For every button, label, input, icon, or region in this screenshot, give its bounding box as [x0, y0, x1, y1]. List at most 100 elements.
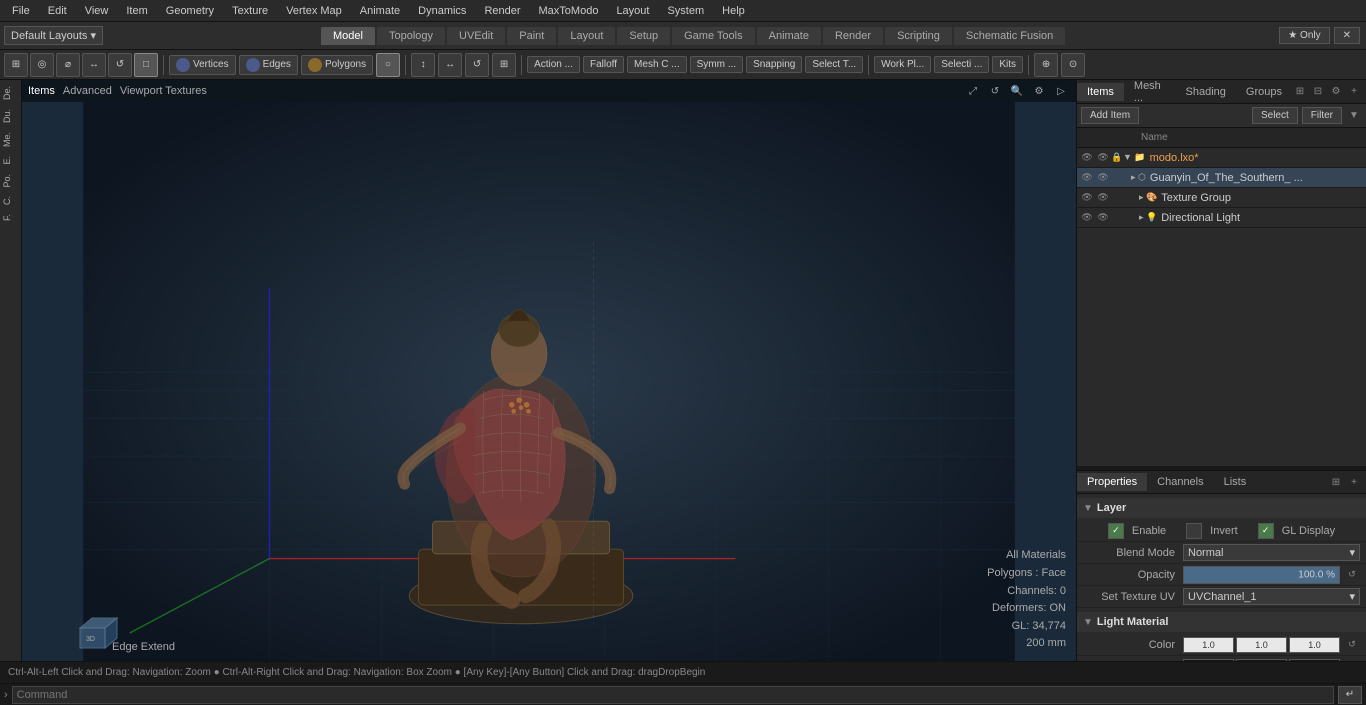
items-collapse-icon[interactable]: ⊞ [1292, 84, 1308, 100]
invert-checkbox[interactable] [1186, 523, 1202, 539]
tab-game-tools[interactable]: Game Tools [672, 27, 755, 45]
select-mode-btn[interactable]: ○ [376, 53, 400, 77]
texture-uv-dropdown[interactable]: UVChannel_1 ▾ [1183, 588, 1360, 605]
falloff-btn[interactable]: Falloff [583, 56, 624, 73]
item-row-3[interactable]: 👁 👁 ▸ 💡 Directional Light [1077, 208, 1366, 228]
color-reset[interactable]: ↺ [1344, 637, 1360, 653]
eye-2b[interactable]: 👁 [1095, 190, 1111, 206]
add-item-btn[interactable]: Add Item [1081, 107, 1139, 124]
eye-1b[interactable]: 👁 [1095, 170, 1111, 186]
nav-cube[interactable]: 3D [72, 613, 112, 653]
transform-2[interactable]: ↔ [438, 53, 462, 77]
vp-ctrl-5[interactable]: ▷ [1052, 82, 1070, 100]
blend-mode-dropdown[interactable]: Normal ▾ [1183, 544, 1360, 561]
eye-2[interactable]: 👁 [1079, 190, 1095, 206]
menu-item-maxtomodo[interactable]: MaxToModo [531, 3, 607, 19]
select-t-btn[interactable]: Select T... [805, 56, 863, 73]
eye-3b[interactable]: 👁 [1095, 210, 1111, 226]
items-toolbar-icon[interactable]: ▼ [1346, 108, 1362, 124]
sidebar-btn-f[interactable]: F. [2, 210, 20, 225]
icon-btn-2[interactable]: ◎ [30, 53, 54, 77]
work-pl-btn[interactable]: Work Pl... [874, 56, 931, 73]
icon-btn-6[interactable]: □ [134, 53, 158, 77]
prop-tab-channels[interactable]: Channels [1147, 473, 1213, 491]
selecti-btn[interactable]: Selecti ... [934, 56, 989, 73]
opacity-reset[interactable]: ↺ [1344, 567, 1360, 583]
mesh-btn[interactable]: Mesh C ... [627, 56, 687, 73]
toolbar-right-btn-0[interactable]: ★ Only [1279, 27, 1329, 44]
viewport-tab-textures[interactable]: Viewport Textures [120, 85, 207, 97]
item-row-0[interactable]: 👁 👁 🔒 ▼ 📁 modo.lxo* [1077, 148, 1366, 168]
toolbar-right-btn-1[interactable]: ✕ [1334, 27, 1360, 44]
sidebar-btn-c[interactable]: C. [2, 192, 20, 209]
menu-item-item[interactable]: Item [118, 3, 155, 19]
menu-item-render[interactable]: Render [476, 3, 528, 19]
tab-animate[interactable]: Animate [757, 27, 821, 45]
vp-ctrl-1[interactable]: ⤢ [964, 82, 982, 100]
tab-topology[interactable]: Topology [377, 27, 445, 45]
light-material-section-header[interactable]: ▼ Light Material [1077, 612, 1366, 632]
icon-btn-3[interactable]: ⌀ [56, 53, 80, 77]
item-row-1[interactable]: 👁 👁 ▸ ⬡ Guanyin_Of_The_Southern_ ... [1077, 168, 1366, 188]
command-input[interactable] [12, 686, 1334, 704]
layer-section-header[interactable]: ▼ Layer [1077, 498, 1366, 518]
eye-0b[interactable]: 👁 [1095, 150, 1111, 166]
menu-item-view[interactable]: View [77, 3, 117, 19]
menu-item-vertex map[interactable]: Vertex Map [278, 3, 350, 19]
menu-item-animate[interactable]: Animate [352, 3, 408, 19]
tab-model[interactable]: Model [321, 27, 375, 45]
sidebar-btn-de[interactable]: De. [2, 82, 20, 104]
command-enter-btn[interactable]: ↵ [1338, 686, 1362, 704]
transform-4[interactable]: ⊞ [492, 53, 516, 77]
items-tab-items[interactable]: Items [1077, 83, 1124, 101]
vp-ctrl-2[interactable]: ↺ [986, 82, 1004, 100]
icon-btn-5[interactable]: ↺ [108, 53, 132, 77]
items-tab-shading[interactable]: Shading [1176, 83, 1236, 101]
filter-btn[interactable]: Filter [1302, 107, 1342, 124]
item-row-2[interactable]: 👁 👁 ▸ 🎨 Texture Group [1077, 188, 1366, 208]
vp-ctrl-3[interactable]: 🔍 [1008, 82, 1026, 100]
enable-checkbox[interactable]: ✓ [1108, 523, 1124, 539]
select-btn[interactable]: Select [1252, 107, 1298, 124]
tab-setup[interactable]: Setup [617, 27, 670, 45]
tab-scripting[interactable]: Scripting [885, 27, 952, 45]
tab-layout[interactable]: Layout [558, 27, 615, 45]
shadow-swatch-b[interactable]: 0.0 [1289, 659, 1340, 662]
gl-display-checkbox[interactable]: ✓ [1258, 523, 1274, 539]
menu-item-edit[interactable]: Edit [40, 3, 75, 19]
vertices-btn[interactable]: Vertices [169, 55, 236, 75]
snapping-btn[interactable]: Snapping [746, 56, 802, 73]
sidebar-btn-e[interactable]: E. [2, 152, 20, 169]
eye-0[interactable]: 👁 [1079, 150, 1095, 166]
menu-item-geometry[interactable]: Geometry [158, 3, 222, 19]
sidebar-btn-po[interactable]: Po. [2, 170, 20, 192]
menu-item-layout[interactable]: Layout [608, 3, 657, 19]
color-swatch-r[interactable]: 1.0 [1183, 637, 1234, 653]
lock-0[interactable]: 🔒 [1111, 152, 1123, 164]
items-settings-icon[interactable]: ⚙ [1328, 84, 1344, 100]
eye-1[interactable]: 👁 [1079, 170, 1095, 186]
icon-btn-4[interactable]: ↔ [82, 53, 106, 77]
symm-btn[interactable]: Symm ... [690, 56, 743, 73]
color-swatch-b[interactable]: 1.0 [1289, 637, 1340, 653]
shadow-color-reset[interactable]: ↺ [1344, 659, 1360, 662]
eye-3[interactable]: 👁 [1079, 210, 1095, 226]
prop-tab-lists[interactable]: Lists [1214, 473, 1257, 491]
items-tab-groups[interactable]: Groups [1236, 83, 1292, 101]
menu-item-dynamics[interactable]: Dynamics [410, 3, 474, 19]
sidebar-btn-du[interactable]: Du. [2, 105, 20, 127]
menu-item-help[interactable]: Help [714, 3, 753, 19]
items-expand-icon[interactable]: ⊟ [1310, 84, 1326, 100]
tab-render[interactable]: Render [823, 27, 883, 45]
viewport-tab-perspective[interactable]: Items [28, 85, 55, 97]
menu-item-system[interactable]: System [659, 3, 712, 19]
prop-tab-properties[interactable]: Properties [1077, 473, 1147, 491]
shadow-swatch-g[interactable]: 0.0 [1236, 659, 1287, 662]
menu-item-file[interactable]: File [4, 3, 38, 19]
transform-1[interactable]: ↕ [411, 53, 435, 77]
layout-dropdown[interactable]: Default Layouts ▾ [4, 26, 103, 45]
sidebar-btn-me[interactable]: Me. [2, 128, 20, 151]
polygons-btn[interactable]: Polygons [301, 55, 373, 75]
viewport-tab-advanced[interactable]: Advanced [63, 85, 112, 97]
prop-add-icon[interactable]: + [1346, 474, 1362, 490]
